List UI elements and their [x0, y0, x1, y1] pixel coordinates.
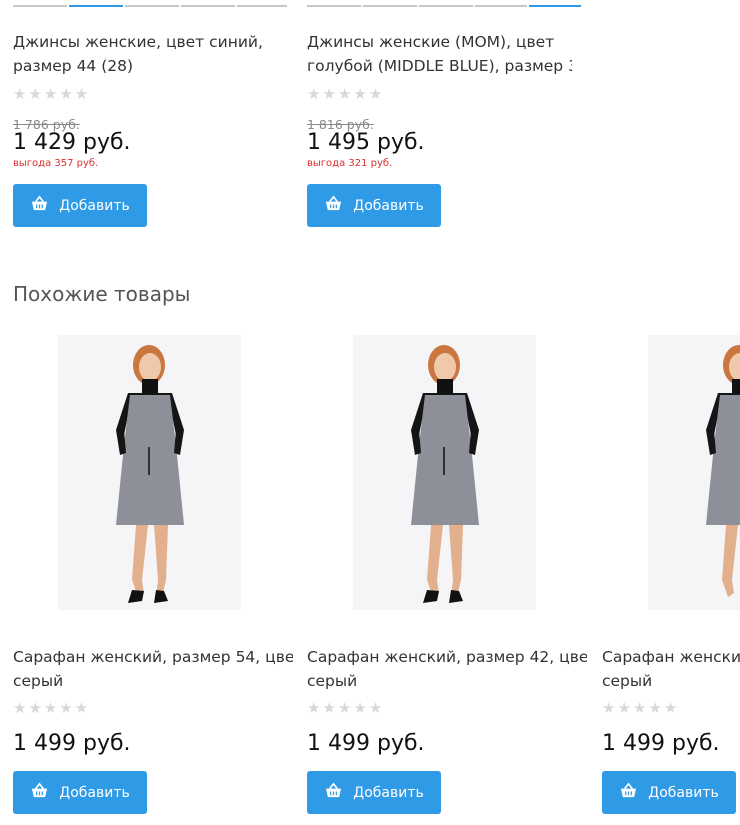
- basket-icon: [30, 782, 49, 803]
- price: 1 429 руб.: [13, 130, 131, 155]
- product-photo[interactable]: [58, 335, 241, 610]
- add-to-cart-button[interactable]: Добавить: [13, 184, 147, 227]
- price: 1 495 руб.: [307, 130, 425, 155]
- product-title[interactable]: Джинсы женские (MOM), цвет голубой (MIDD…: [307, 30, 572, 78]
- rating-stars[interactable]: ★★★★★: [13, 699, 90, 717]
- price: 1 499 руб.: [13, 731, 131, 756]
- add-button-label: Добавить: [353, 784, 424, 801]
- product-title[interactable]: Сарафан женский, размер 42, цвет серый: [307, 645, 587, 693]
- section-title: Похожие товары: [13, 282, 191, 306]
- add-button-label: Добавить: [648, 784, 719, 801]
- add-button-label: Добавить: [353, 197, 424, 214]
- rating-stars[interactable]: ★★★★★: [602, 699, 679, 717]
- product-photo[interactable]: [648, 335, 740, 610]
- basket-icon: [619, 782, 638, 803]
- basket-icon: [30, 195, 49, 216]
- product-title[interactable]: Сарафан женский, размер 48, цвет серый: [602, 645, 740, 693]
- price: 1 499 руб.: [307, 731, 425, 756]
- add-button-label: Добавить: [59, 197, 130, 214]
- basket-icon: [324, 782, 343, 803]
- saving-label: выгода 321 руб.: [307, 158, 393, 169]
- product-photo[interactable]: [353, 335, 536, 610]
- saving-label: выгода 357 руб.: [13, 158, 99, 169]
- basket-icon: [324, 195, 343, 216]
- add-to-cart-button[interactable]: Добавить: [307, 771, 441, 814]
- product-title[interactable]: Сарафан женский, размер 54, цвет серый: [13, 645, 293, 693]
- add-to-cart-button[interactable]: Добавить: [13, 771, 147, 814]
- add-to-cart-button[interactable]: Добавить: [602, 771, 736, 814]
- add-to-cart-button[interactable]: Добавить: [307, 184, 441, 227]
- price: 1 499 руб.: [602, 731, 720, 756]
- product-title[interactable]: Джинсы женские, цвет синий, размер 44 (2…: [13, 30, 293, 78]
- rating-stars[interactable]: ★★★★★: [13, 85, 90, 103]
- rating-stars[interactable]: ★★★★★: [307, 85, 384, 103]
- rating-stars[interactable]: ★★★★★: [307, 699, 384, 717]
- add-button-label: Добавить: [59, 784, 130, 801]
